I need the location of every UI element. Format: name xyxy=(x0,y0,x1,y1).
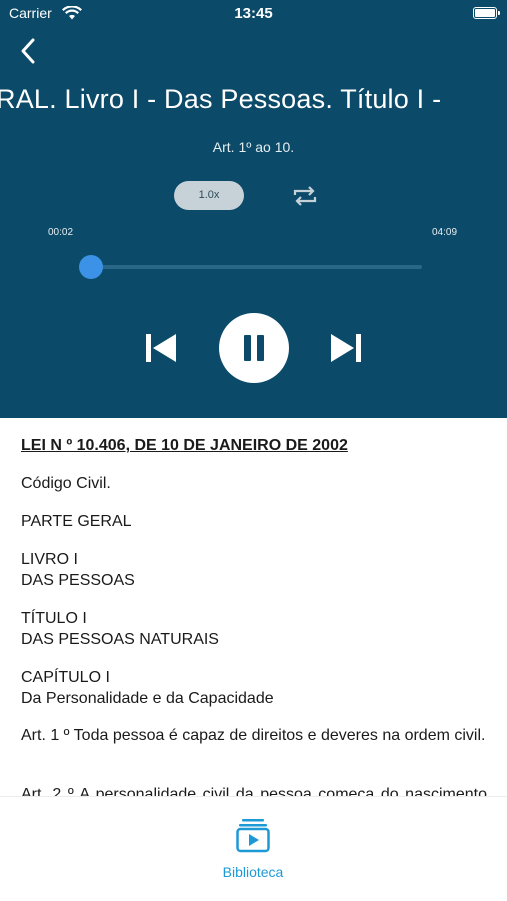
tab-library[interactable]: Biblioteca xyxy=(203,817,303,887)
status-time: 13:45 xyxy=(234,5,273,22)
article-1: Art. 1 º Toda pessoa é capaz de direitos… xyxy=(21,727,486,744)
playback-speed-button[interactable]: 1.0x xyxy=(174,181,244,210)
track-subtitle: Art. 1º ao 10. xyxy=(212,139,295,155)
audio-player-panel: Carrier 13:45 RAL. Livro I - Das Pessoas… xyxy=(0,0,507,418)
status-bar: Carrier 13:45 xyxy=(0,0,507,30)
previous-track-button[interactable] xyxy=(143,330,179,366)
skip-next-icon xyxy=(331,334,361,362)
chevron-left-icon xyxy=(21,38,35,64)
skip-previous-icon xyxy=(146,334,176,362)
book-name: DAS PESSOAS xyxy=(21,572,135,589)
title-name: DAS PESSOAS NATURAIS xyxy=(21,631,219,648)
repeat-button[interactable] xyxy=(290,182,320,210)
chapter-label: CAPÍTULO I xyxy=(21,669,110,686)
title-label: TÍTULO I xyxy=(21,610,87,627)
tab-bar: Biblioteca xyxy=(0,796,507,901)
next-track-button[interactable] xyxy=(328,330,364,366)
tab-library-label: Biblioteca xyxy=(222,864,284,880)
total-duration: 04:09 xyxy=(432,227,458,238)
book-label: LIVRO I xyxy=(21,551,78,568)
elapsed-time: 00:02 xyxy=(48,227,74,238)
chapter-name: Da Personalidade e da Capacidade xyxy=(21,690,274,707)
battery-icon xyxy=(473,7,500,19)
progress-thumb[interactable] xyxy=(78,255,103,279)
library-icon xyxy=(236,819,270,853)
article-2: Art. 2 º A personalidade civil da pessoa… xyxy=(21,786,487,796)
back-button[interactable] xyxy=(14,36,44,66)
code-name: Código Civil. xyxy=(21,475,111,492)
law-title: LEI N º 10.406, DE 10 DE JANEIRO DE 2002 xyxy=(21,437,348,454)
law-text-content[interactable]: LEI N º 10.406, DE 10 DE JANEIRO DE 2002… xyxy=(0,418,507,796)
part-heading: PARTE GERAL xyxy=(21,513,132,530)
pause-button[interactable] xyxy=(219,313,289,383)
repeat-icon xyxy=(293,186,317,206)
progress-slider[interactable] xyxy=(78,255,422,279)
track-title: RAL. Livro I - Das Pessoas. Título I - xyxy=(0,84,442,114)
